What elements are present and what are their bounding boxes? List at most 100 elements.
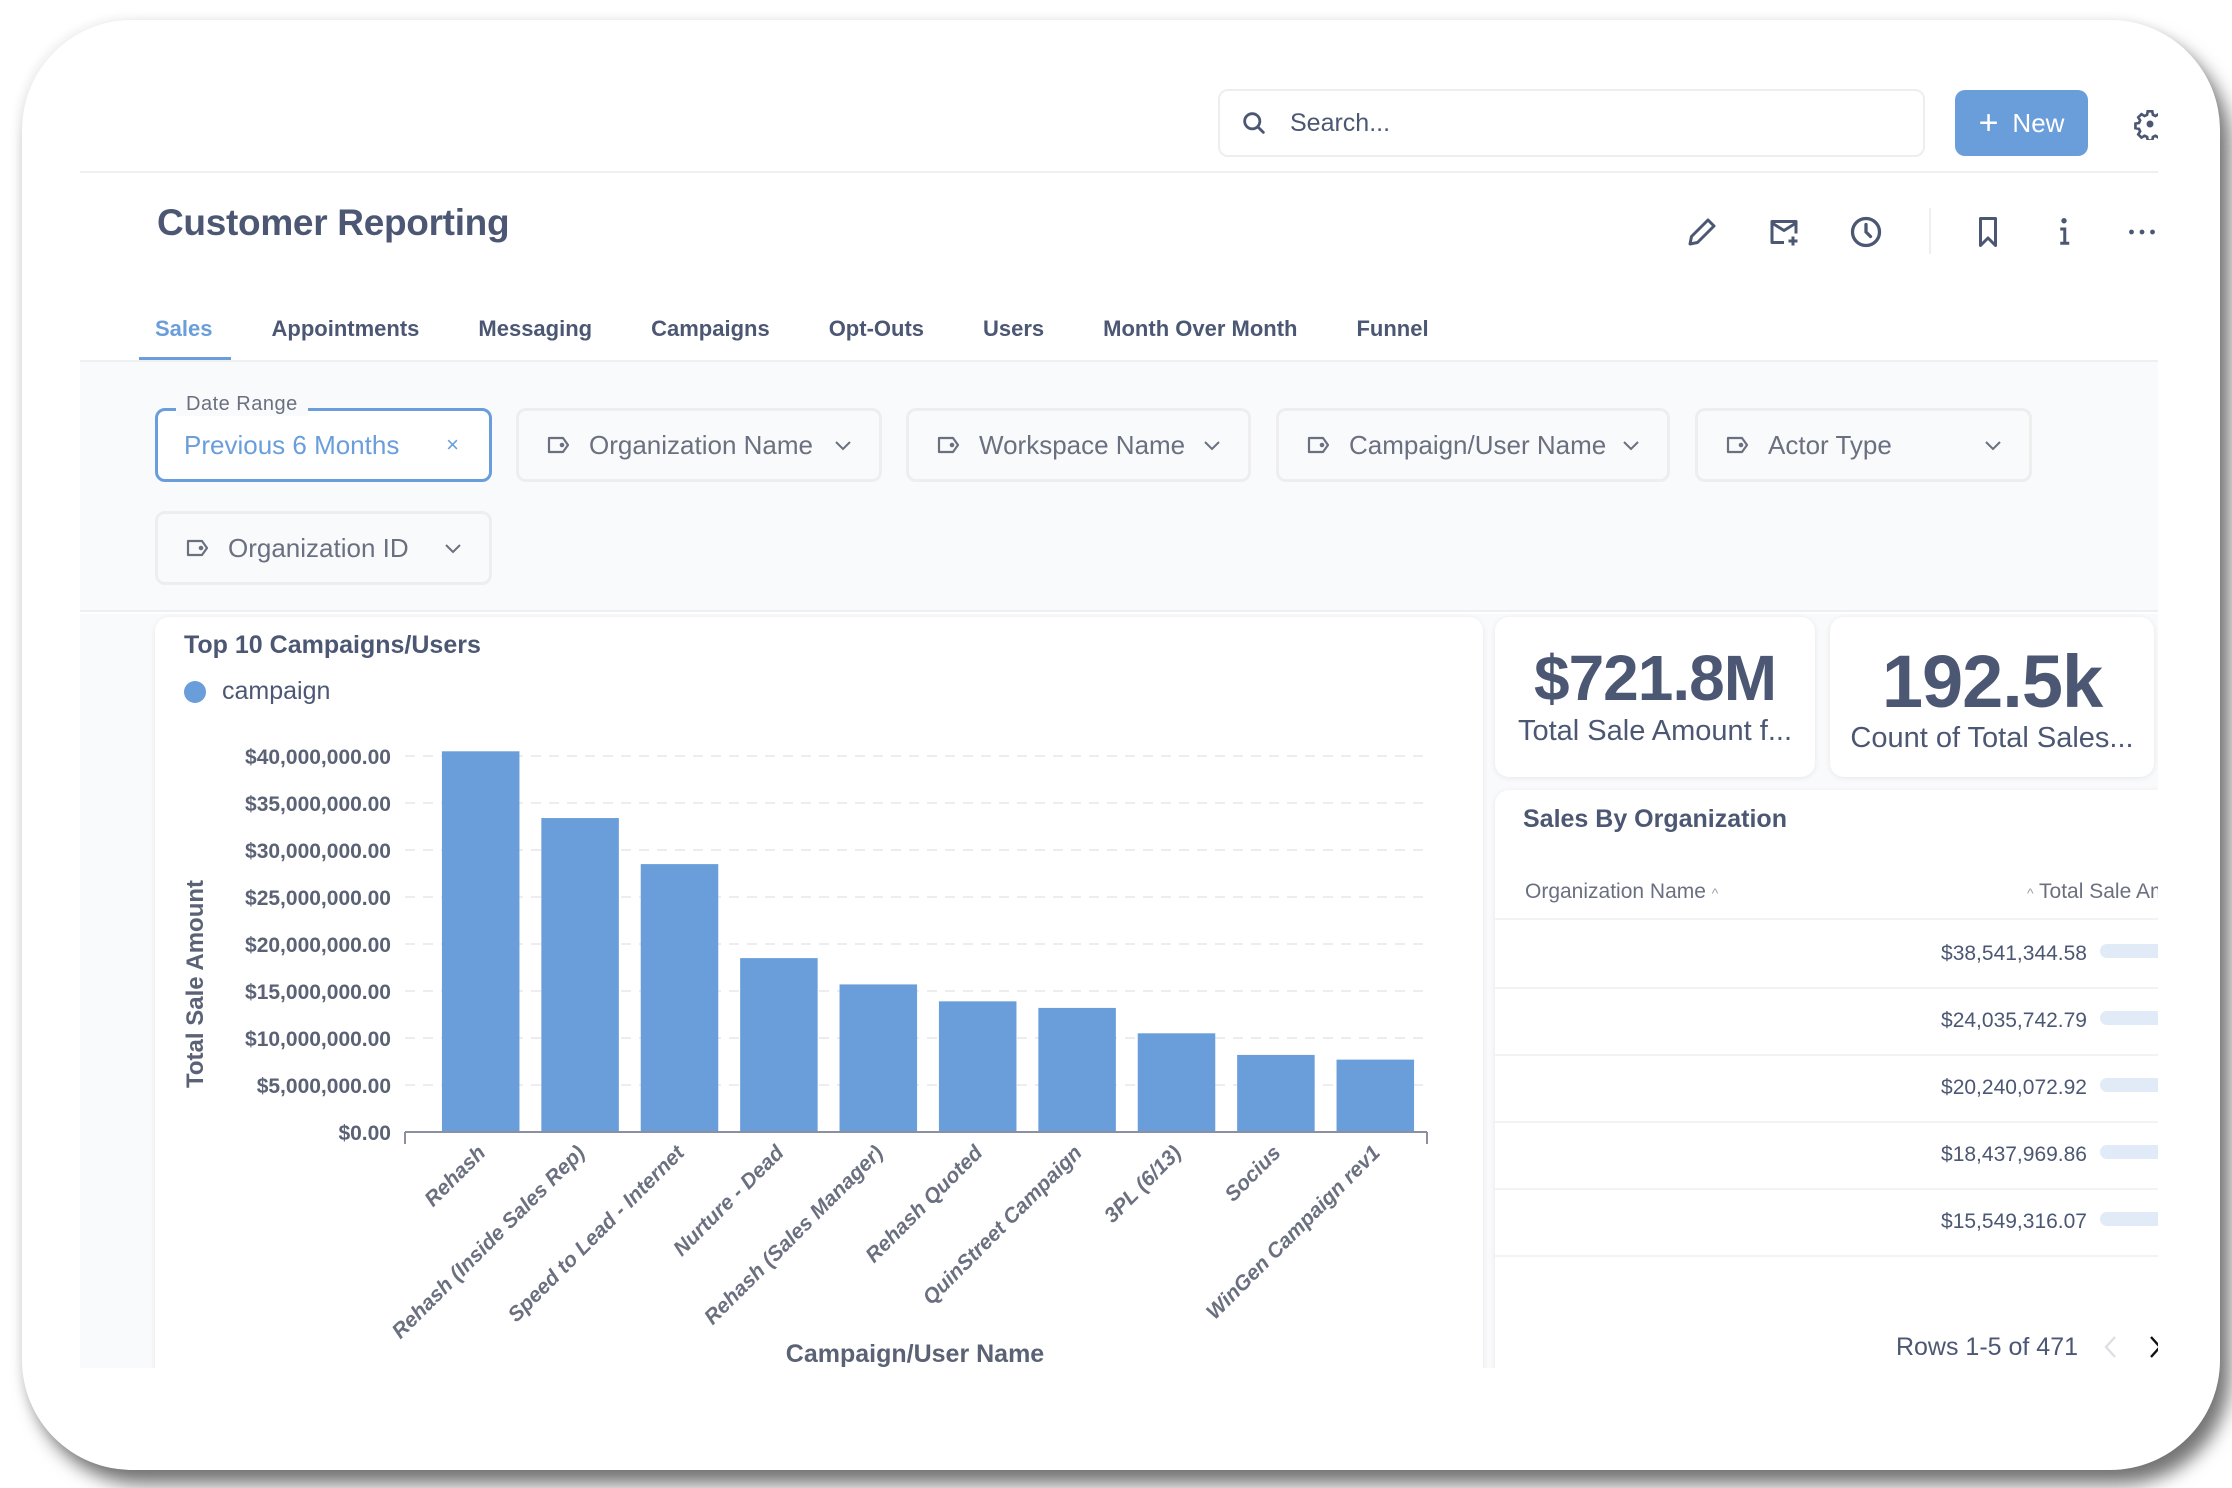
column-header-total-sale-amount[interactable]: ^ Total Sale Amou <box>2027 880 2158 904</box>
gear-icon[interactable] <box>2134 108 2158 140</box>
mini-bar-track <box>2100 1011 2158 1025</box>
edit-button[interactable] <box>1682 212 1722 252</box>
info-button[interactable] <box>2044 212 2084 252</box>
y-axis-title: Total Sale Amount <box>182 880 209 1088</box>
sort-icon: ^ <box>1711 885 1719 901</box>
edit-icon <box>1688 218 1716 246</box>
kpi-total-sale-amount[interactable]: $721.8M Total Sale Amount f... <box>1495 617 1815 777</box>
organization-name-filter[interactable]: Organization Name <box>516 408 882 482</box>
plus-icon: + <box>1978 104 1999 142</box>
tab-opt-outs[interactable]: Opt-Outs <box>829 316 924 356</box>
tab-messaging[interactable]: Messaging <box>478 316 592 356</box>
table-row[interactable]: $18,437,969.86 <box>1495 1123 2158 1190</box>
clock-icon <box>1850 216 1882 248</box>
total-sale-amount-cell: $15,549,316.07 <box>1941 1210 2087 1233</box>
bookmark-button[interactable] <box>1968 212 2008 252</box>
chart-title: Top 10 Campaigns/Users <box>184 631 481 659</box>
column-label: Organization Name <box>1525 880 1706 903</box>
x-tick-label: Rehash (Sales Manager) <box>700 1141 888 1329</box>
bar[interactable] <box>839 984 918 1132</box>
tag-icon <box>547 436 570 454</box>
table-row[interactable]: $24,035,742.79 <box>1495 989 2158 1056</box>
filter-label: Campaign/User Name <box>1349 429 1607 460</box>
date-range-filter[interactable]: Date Range Previous 6 Months × <box>155 393 492 482</box>
filter-label: Workspace Name <box>979 429 1186 460</box>
bar[interactable] <box>1237 1054 1315 1132</box>
y-tick-label: $5,000,000.00 <box>257 1075 391 1098</box>
tab-users[interactable]: Users <box>983 316 1044 356</box>
y-tick-label: $10,000,000.00 <box>245 1028 391 1051</box>
tag-icon <box>186 539 209 557</box>
next-page-icon[interactable] <box>2144 1332 2158 1362</box>
legend-label: campaign <box>222 677 331 705</box>
chevron-down-icon <box>835 441 851 451</box>
mini-bar-track <box>2100 1212 2158 1226</box>
new-button[interactable]: + New <box>1955 90 2088 156</box>
bar[interactable] <box>1137 1033 1216 1132</box>
kpi-value: 192.5k <box>1881 640 2103 723</box>
tab-campaigns[interactable]: Campaigns <box>651 316 770 356</box>
column-header-organization-name[interactable]: Organization Name ^ <box>1525 880 1718 904</box>
table-title: Sales By Organization <box>1523 805 1787 833</box>
bar[interactable] <box>938 1001 1017 1132</box>
workspace-name-filter[interactable]: Workspace Name <box>906 408 1251 482</box>
kpi-label: Total Sale Amount f... <box>1517 715 1793 747</box>
bar[interactable] <box>740 958 818 1132</box>
dashboard-actions <box>80 208 2158 262</box>
tab-sales[interactable]: Sales <box>139 316 230 361</box>
x-tick-label: WinGen Campaign rev1 <box>1202 1141 1385 1324</box>
bar-chart: $0.00 $5,000,000.00 $10,000,000.00 $15,000,… <box>182 746 1428 1368</box>
y-tick-label: $20,000,000.00 <box>245 934 391 957</box>
actor-type-filter[interactable]: Actor Type <box>1695 408 2032 482</box>
actions-separator <box>1929 208 1931 254</box>
subscribe-button[interactable] <box>1764 212 1804 252</box>
bar[interactable] <box>640 864 719 1132</box>
bar[interactable] <box>1336 1059 1415 1132</box>
filter-label: Actor Type <box>1768 429 1892 460</box>
kpi-label: Count of Total Sales... <box>1850 722 2134 754</box>
bar[interactable] <box>441 751 520 1132</box>
total-sale-amount-cell: $24,035,742.79 <box>1941 1009 2087 1032</box>
chevron-down-icon <box>1204 441 1220 451</box>
table-row[interactable]: $15,549,316.07 <box>1495 1190 2158 1257</box>
new-button-label: New <box>2012 107 2065 138</box>
pagination-text: Rows 1-5 of 471 <box>1895 1332 2078 1361</box>
total-sale-amount-cell: $18,437,969.86 <box>1941 1143 2087 1166</box>
chart-legend[interactable]: campaign <box>184 677 330 706</box>
history-button[interactable] <box>1846 212 1886 252</box>
table-row[interactable]: $20,240,072.92 <box>1495 1056 2158 1123</box>
x-tick-label: Speed to Lead - Internet <box>504 1141 690 1327</box>
chevron-down-icon <box>445 544 461 554</box>
more-button[interactable] <box>2122 212 2158 252</box>
bar[interactable] <box>1038 1007 1116 1132</box>
more-icon <box>2129 229 2155 235</box>
filter-panel: Date Range Previous 6 Months × Organizat… <box>80 362 2158 612</box>
kpi-count-total-sales[interactable]: 192.5k Count of Total Sales... <box>1830 617 2154 777</box>
kpi-value: $721.8M <box>1533 642 1777 714</box>
mini-bar-track <box>2100 944 2158 958</box>
mini-bar-track <box>2100 1078 2158 1092</box>
window-frame: + New Customer Reporting <box>22 20 2220 1470</box>
bar[interactable] <box>541 818 619 1132</box>
pagination: Rows 1-5 of 471 <box>1896 1332 2158 1362</box>
tag-icon <box>937 436 960 454</box>
organization-id-filter[interactable]: Organization ID <box>155 511 492 585</box>
campaign-user-name-filter[interactable]: Campaign/User Name <box>1276 408 1670 482</box>
subscribe-icon <box>1770 220 1798 246</box>
x-tick-label: Rehash (Inside Sales Rep) <box>388 1141 590 1343</box>
search-box[interactable] <box>1218 89 1925 157</box>
tab-funnel[interactable]: Funnel <box>1356 316 1428 356</box>
clear-icon[interactable]: × <box>446 432 459 458</box>
search-input[interactable] <box>1290 108 1890 138</box>
tag-icon <box>1726 436 1749 454</box>
filter-label: Organization Name <box>589 429 813 460</box>
x-tick-label: 3PL (6/13) <box>1100 1141 1186 1227</box>
tab-month-over-month[interactable]: Month Over Month <box>1103 316 1297 356</box>
y-tick-label: $15,000,000.00 <box>245 981 391 1004</box>
x-tick-label: QuinStreet Campaign <box>919 1141 1087 1309</box>
x-tick-label: Rehash <box>420 1141 490 1211</box>
x-axis-title: Campaign/User Name <box>786 1340 1045 1368</box>
table-row[interactable]: $38,541,344.58 <box>1495 922 2158 989</box>
tab-appointments[interactable]: Appointments <box>272 316 420 356</box>
previous-page-icon[interactable] <box>2100 1332 2122 1362</box>
